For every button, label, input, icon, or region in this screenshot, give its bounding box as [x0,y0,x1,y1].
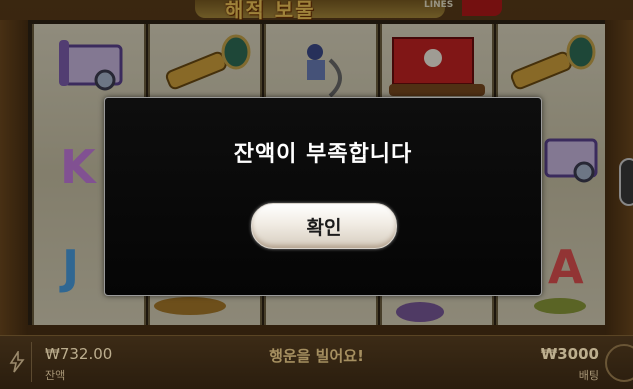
confirm-button-label: 확인 [306,216,342,239]
confirm-button[interactable]: 확인 [251,203,397,249]
bottom-bar: ₩732.00 잔액 행운을 빌어요! ₩3000 배팅 [0,335,633,389]
bet-label: 배팅 [578,369,599,382]
balance-label: 잔액 [45,369,66,382]
bet-value[interactable]: ₩3000 [541,345,599,363]
luck-message: 행운을 빌어요! [269,347,364,365]
spin-icon[interactable] [605,344,633,382]
dialog-message: 잔액이 부족합니다 [233,142,413,167]
insufficient-balance-dialog: 잔액이 부족합니다 확인 [104,97,542,296]
